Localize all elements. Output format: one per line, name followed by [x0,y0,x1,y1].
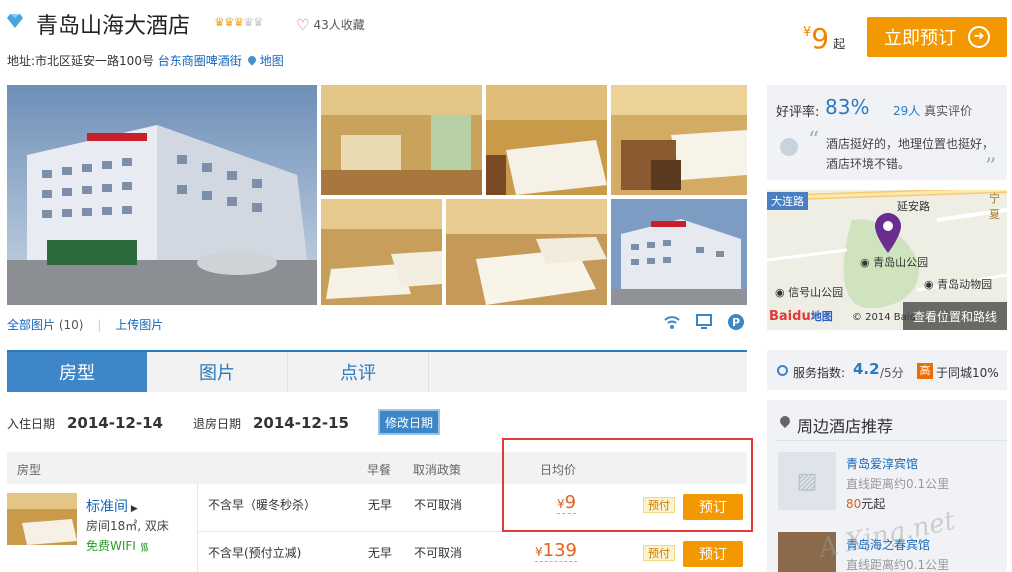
room-photo-1[interactable] [486,85,607,195]
breakfast-2: 无早 [368,546,393,560]
room-name-link[interactable]: 标准间 ▶ [86,496,138,516]
heart-icon: ♡ [296,16,310,34]
map-link[interactable]: 地图 [260,54,284,68]
avatar [780,138,798,156]
open-quote-icon: “ [808,128,820,153]
checkin-label: 入住日期 [7,417,56,431]
road-label-3: 宁夏 [989,192,1000,221]
nearby-hotel-dist-1: 直线距离约0.1公里 [846,477,950,491]
diamond-icon [7,14,23,28]
service-label: 服务指数: [793,366,846,380]
higher-badge: 高 [917,363,933,379]
arrow-right-icon: ➜ [968,26,990,48]
poi-label-2: ◉ 信号山公园 [775,286,844,299]
col-cancel-policy: 取消政策 [413,463,462,477]
rate-plan-2: 不含早(预付立减) [208,546,302,560]
price-2: ¥139 [535,540,577,562]
main-hotel-photo[interactable] [7,85,317,305]
photo-count: (10) [58,318,84,332]
nearby-hotel-thumb-1[interactable]: ▨ [778,452,836,510]
checkin-date[interactable]: 2014-12-14 [67,414,163,432]
upload-photo-link[interactable]: 上传图片 [115,318,163,332]
district-link[interactable]: 台东商圈啤酒街 [158,54,242,68]
address-text: 市北区延安一路100号 [35,54,154,68]
modify-dates-button[interactable]: 修改日期 [378,409,440,435]
rate-plan-1: 不含早（暖冬秒杀） [208,498,317,512]
all-photos-link[interactable]: 全部图片 [7,318,55,332]
photo-actions: 全部图片 (10) | 上传图片 [7,318,164,332]
location-map[interactable]: 大连路 延安路 宁夏 ◉ 青岛山公园 ◉ 信号山公园 ◉ 青岛动物园 Baidu… [767,190,1007,330]
service-max: /5分 [880,366,904,380]
hotel-name: 青岛山海大酒店 [36,14,191,39]
service-compare: 于同城10% [936,366,999,380]
tab-room-types[interactable]: 房型 [7,352,147,392]
rating-label: 好评率: [776,105,820,120]
wifi-icon [664,316,680,329]
cancel-policy-2: 不可取消 [414,546,463,560]
address-line: 地址:市北区延安一路100号 台东商圈啤酒街 地图 [7,52,284,69]
checkout-date[interactable]: 2014-12-15 [253,414,349,432]
room-photo-4[interactable] [446,199,607,305]
room-photo-3[interactable] [321,199,442,305]
location-pin-icon [246,54,258,66]
lobby-photo[interactable] [321,85,482,195]
svg-text:P: P [732,316,740,329]
wifi-small-icon: ᯾ [139,540,150,553]
checkout-label: 退房日期 [193,417,242,431]
header-price: ¥9 起 [803,22,846,55]
prepay-badge-2: 预付 [643,545,675,561]
nearby-hotel-price-1: 80元起 [846,497,886,511]
book-now-button[interactable]: 立即预订 ➜ [867,17,1007,57]
nearby-hotel-dist-2: 直线距离约0.1公里 [846,558,950,572]
book-button-2[interactable]: 预订 [683,541,743,567]
view-route-button[interactable]: 查看位置和路线 [903,302,1007,330]
free-wifi-label: 免费WIFI ᯾ [86,539,150,553]
star-rating: ♛♛♛♛♛ [214,15,264,29]
breakfast-1: 无早 [368,498,393,512]
tab-photos[interactable]: 图片 [147,352,288,392]
building-photo-2[interactable] [611,199,747,305]
poi-label-3: ◉ 青岛动物园 [924,278,993,291]
address-label: 地址: [7,54,36,68]
parking-icon: P [728,314,744,330]
nearby-hotel-name-1[interactable]: 青岛爱淳宾馆 [846,455,918,472]
road-label-1: 大连路 [767,192,808,210]
road-label-2: 延安路 [897,200,930,213]
service-icon [777,365,788,376]
nearby-title: 周边酒店推荐 [797,417,894,436]
baidu-logo: Baidu地图 [769,309,833,324]
rating-value: 83% [825,95,870,119]
favorites-count: 43人收藏 [313,18,365,32]
room-photo-2[interactable] [611,85,747,195]
review-quote: 酒店挺好的，地理位置也挺好，酒店环境不错。 [826,137,995,171]
location-marker-icon [875,213,901,253]
cancel-policy-1: 不可取消 [414,498,463,512]
poi-label-1: ◉ 青岛山公园 [860,256,929,269]
header-price-value: 9 [811,22,830,55]
tab-reviews[interactable]: 点评 [288,352,429,392]
col-breakfast: 早餐 [367,463,392,477]
computer-icon [696,314,712,329]
room-thumbnail[interactable] [7,493,77,545]
room-info: 房间18㎡, 双床 [86,519,169,533]
favorite-button[interactable]: ♡ 43人收藏 [296,16,365,34]
service-value: 4.2 [853,360,880,378]
tab-bar: 房型 图片 点评 [7,350,747,392]
review-count-link[interactable]: 29人 真实评价 [893,102,972,119]
highlight-box [502,438,753,532]
close-quote-icon: ” [985,155,997,180]
col-room-type: 房型 [17,463,42,477]
